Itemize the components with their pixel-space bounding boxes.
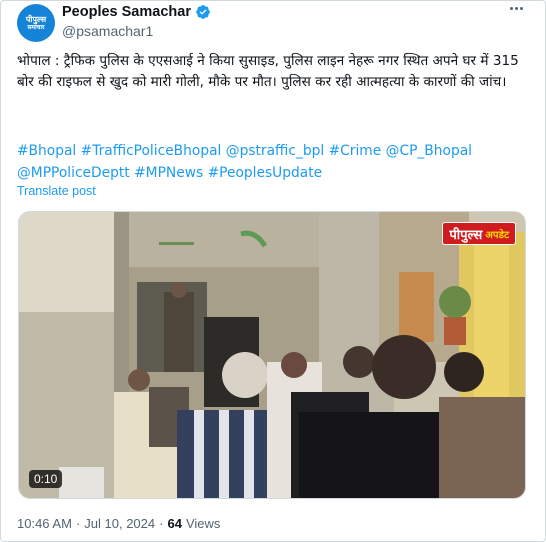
translate-post-link[interactable]: Translate post [17, 184, 96, 198]
avatar[interactable]: पीपुल्स समाचार [17, 4, 55, 42]
tag-link[interactable]: #PeoplesUpdate [208, 165, 323, 181]
mention-link[interactable]: @pstraffic_bpl [226, 143, 324, 159]
post-text: भोपाल : ट्रैफिक पुलिस के एएसआई ने किया स… [17, 53, 519, 90]
post-date[interactable]: Jul 10, 2024 [84, 516, 155, 531]
mention-link[interactable]: @CP_Bhopal [386, 143, 472, 159]
tweet-card: पीपुल्स समाचार Peoples Samachar @psamach… [0, 0, 546, 542]
video-duration: 0:10 [29, 470, 63, 488]
post-tags: #Bhopal #TrafficPoliceBhopal @pstraffic_… [17, 140, 527, 184]
channel-watermark-badge: पीपुल्स अपडेट [442, 222, 516, 245]
more-options-icon[interactable] [510, 7, 523, 10]
post-time[interactable]: 10:46 AM [17, 516, 72, 531]
video-player[interactable]: पीपुल्स अपडेट 0:10 [18, 211, 526, 499]
author-display-name[interactable]: Peoples Samachar [62, 4, 191, 20]
post-metadata: 10:46 AM · Jul 10, 2024 · 64 Views [17, 516, 220, 531]
avatar-text-line2: समाचार [27, 23, 45, 31]
video-frame [19, 212, 525, 498]
author-handle[interactable]: @psamachar1 [62, 23, 153, 39]
views-count[interactable]: 64 [167, 516, 181, 531]
separator: · [75, 516, 81, 531]
verified-badge-icon [196, 5, 210, 19]
tag-link[interactable]: #Crime [329, 143, 382, 159]
author-name-row: Peoples Samachar [62, 4, 211, 20]
badge-main-text: पीपुल्स [449, 227, 483, 243]
badge-sub-text: अपडेट [485, 229, 509, 241]
tag-link[interactable]: #TrafficPoliceBhopal [81, 143, 222, 159]
tag-link[interactable]: #Bhopal [17, 143, 76, 159]
mention-link[interactable]: @MPPoliceDeptt [17, 165, 130, 181]
tag-link[interactable]: #MPNews [134, 165, 203, 181]
separator: · [159, 516, 164, 531]
views-label: Views [185, 516, 221, 531]
avatar-text-line1: पीपुल्स [25, 14, 47, 24]
